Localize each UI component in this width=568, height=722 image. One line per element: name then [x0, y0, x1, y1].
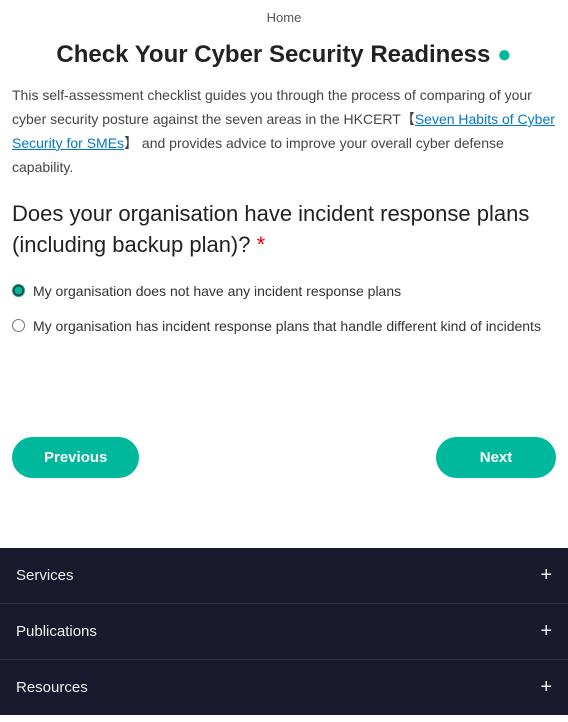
radio-input-1[interactable] — [12, 284, 25, 297]
footer-publications-label: Publications — [16, 623, 97, 640]
spacer — [12, 367, 556, 427]
footer-resources-label: Resources — [16, 679, 88, 696]
footer-item-publications[interactable]: Publications + — [0, 604, 568, 660]
navigation-buttons: Previous Next — [12, 427, 556, 498]
footer-item-resources[interactable]: Resources + — [0, 660, 568, 715]
question-text: Does your organisation have incident res… — [12, 199, 556, 261]
radio-option-1[interactable]: My organisation does not have any incide… — [12, 281, 556, 302]
main-content: Check Your Cyber Security Readiness ● Th… — [0, 31, 568, 518]
radio-label-2: My organisation has incident response pl… — [33, 316, 541, 337]
next-button[interactable]: Next — [436, 437, 556, 478]
question-section: Does your organisation have incident res… — [12, 199, 556, 337]
page-title: Check Your Cyber Security Readiness ● — [12, 31, 556, 84]
footer-item-services[interactable]: Services + — [0, 548, 568, 604]
footer-services-label: Services — [16, 567, 74, 584]
description-text: This self-assessment checklist guides yo… — [12, 84, 556, 179]
footer: Services + Publications + Resources + — [0, 548, 568, 715]
radio-option-2[interactable]: My organisation has incident response pl… — [12, 316, 556, 337]
previous-button[interactable]: Previous — [12, 437, 139, 478]
publications-plus-icon: + — [540, 620, 552, 643]
breadcrumb: Home — [0, 0, 568, 31]
services-plus-icon: + — [540, 564, 552, 587]
radio-input-2[interactable] — [12, 319, 25, 332]
radio-label-1: My organisation does not have any incide… — [33, 281, 401, 302]
title-dot: ● — [497, 41, 512, 68]
resources-plus-icon: + — [540, 676, 552, 699]
